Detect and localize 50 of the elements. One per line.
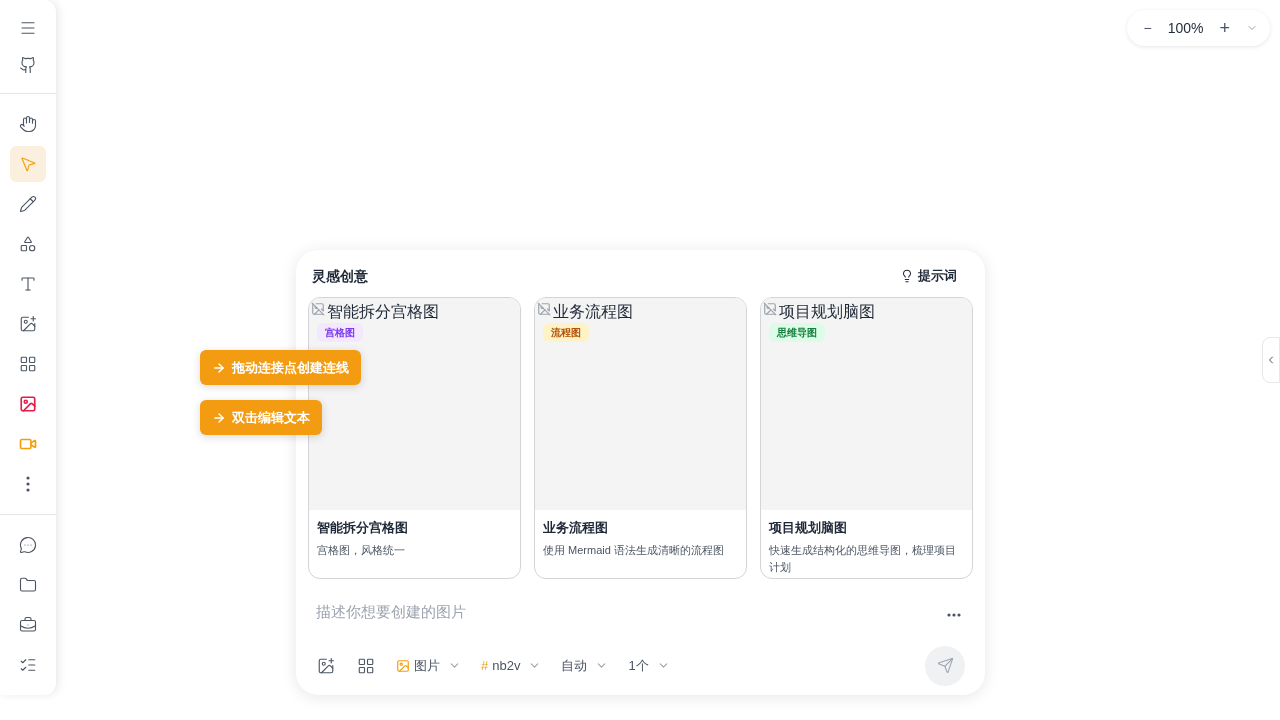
hash-symbol: # xyxy=(481,656,489,675)
image-plus-icon xyxy=(19,315,37,333)
template-card[interactable]: 项目规划脑图 思维导图 项目规划脑图 快速生成结构化的思维导图，梳理项目计划 xyxy=(760,297,973,579)
card-title: 智能拆分宫格图 xyxy=(317,519,409,537)
option-dropdown[interactable]: 1个 xyxy=(624,655,674,676)
send-icon xyxy=(936,657,954,674)
ellipsis-icon xyxy=(947,613,961,617)
image-alt-text: 项目规划脑图 xyxy=(779,302,875,322)
option-dropdown[interactable]: # nb2v xyxy=(477,655,546,676)
prompt-input[interactable]: 描述你想要创建的图片 xyxy=(316,601,943,624)
category-tag: 思维导图 xyxy=(769,323,825,342)
broken-image-icon xyxy=(311,302,325,316)
more-icon xyxy=(26,476,30,492)
grid-icon xyxy=(19,355,37,373)
shapes-icon xyxy=(19,235,37,253)
template-card[interactable]: 业务流程图 流程图 业务流程图 使用 Mermaid 语法生成清晰的流程图 xyxy=(534,297,747,579)
zoom-level: 100% xyxy=(1167,19,1204,38)
category-tag: 宫格图 xyxy=(317,323,363,342)
card-description: 使用 Mermaid 语法生成清晰的流程图 xyxy=(543,542,725,558)
image-alt-text: 业务流程图 xyxy=(553,302,633,322)
option-dropdown[interactable]: 图片 xyxy=(392,655,465,676)
zoom-in-button[interactable]: + xyxy=(1215,14,1234,42)
checklist-icon xyxy=(19,656,37,674)
image-plus-icon xyxy=(317,656,335,675)
folder-icon xyxy=(19,576,37,594)
card-title: 业务流程图 xyxy=(543,519,609,537)
hint-text: 双击编辑文本 xyxy=(232,408,310,427)
card-description: 快速生成结构化的思维导图，梳理项目计划 xyxy=(769,542,957,575)
zoom-out-button[interactable]: − xyxy=(1139,18,1156,38)
card-title: 项目规划脑图 xyxy=(769,519,848,537)
hand-icon xyxy=(19,115,37,133)
github-icon xyxy=(19,55,37,74)
card-description: 宫格图，风格统一 xyxy=(317,542,406,558)
grid-icon xyxy=(357,656,375,675)
prompt-button[interactable]: 提示词 xyxy=(888,266,969,286)
briefcase-icon xyxy=(19,616,37,634)
broken-image-icon xyxy=(537,302,551,316)
chat-icon xyxy=(19,536,37,554)
text-icon xyxy=(19,275,37,293)
pencil-icon xyxy=(19,195,37,213)
option-dropdown[interactable]: 自动 xyxy=(557,655,613,676)
image-alt-text: 智能拆分宫格图 xyxy=(327,302,439,322)
pointer-icon xyxy=(19,155,37,173)
image-icon xyxy=(396,658,410,673)
arrow-icon xyxy=(212,410,226,425)
lightbulb-icon xyxy=(900,269,914,283)
panel-title: 灵感创意 xyxy=(312,267,368,286)
broken-image-icon xyxy=(763,302,777,316)
category-tag: 流程图 xyxy=(543,323,589,342)
arrow-icon xyxy=(212,360,226,375)
